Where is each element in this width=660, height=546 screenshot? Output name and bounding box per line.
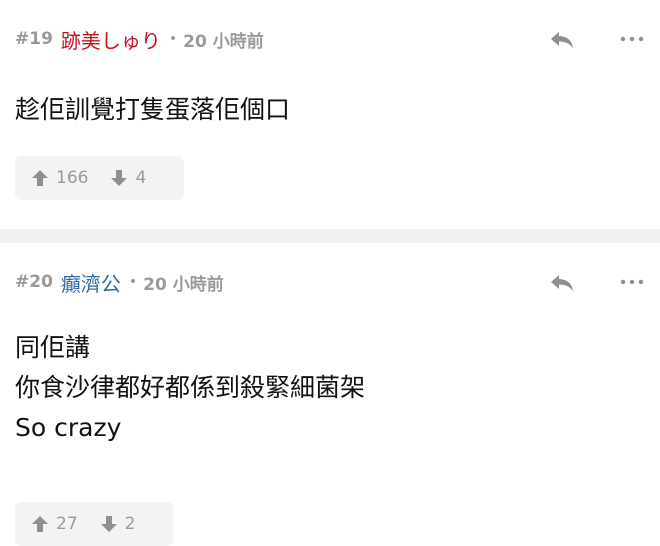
reply-icon[interactable] [547, 24, 577, 54]
downvote-count: 2 [124, 514, 136, 534]
comment-actions [547, 24, 645, 54]
meta-separator: • [128, 274, 138, 290]
vote-bar: 27 2 [15, 502, 173, 546]
downvote-button[interactable]: 4 [110, 168, 146, 188]
more-icon[interactable] [619, 24, 645, 54]
arrow-up-icon [32, 170, 48, 186]
comment-line: 你食沙律都好都係到殺緊細菌架 [15, 373, 366, 402]
downvote-button[interactable]: 2 [100, 514, 136, 534]
comment-item: #19 跡美しゅり • 20 小時前 趁佢訓覺打隻蛋落佢個口 166 4 [0, 0, 660, 229]
comment-line: So crazy [15, 413, 122, 442]
reply-icon[interactable] [547, 267, 577, 297]
comment-body: 趁佢訓覺打隻蛋落佢個口 [15, 90, 645, 130]
arrow-down-icon [100, 516, 117, 532]
comment-line: 趁佢訓覺打隻蛋落佢個口 [15, 95, 291, 124]
arrow-down-icon [111, 170, 128, 186]
comment-header: #20 癲濟公 • 20 小時前 [15, 267, 645, 297]
upvote-count: 166 [56, 168, 89, 188]
comment-separator [0, 229, 660, 243]
comment-number: #20 [15, 272, 53, 292]
upvote-count: 27 [56, 514, 78, 534]
comment-time: 20 小時前 [183, 31, 264, 52]
comment-item: #20 癲濟公 • 20 小時前 同佢講 你食沙律都好都係到殺緊細菌架 So c… [0, 243, 660, 546]
comment-number: #19 [15, 29, 53, 49]
comment-author[interactable]: 跡美しゅり [61, 25, 161, 54]
arrow-up-icon [32, 516, 48, 532]
comment-time: 20 小時前 [143, 274, 224, 295]
comment-header: #19 跡美しゅり • 20 小時前 [15, 24, 645, 54]
comment-author[interactable]: 癲濟公 [61, 268, 121, 297]
comment-body: 同佢講 你食沙律都好都係到殺緊細菌架 So crazy [15, 328, 645, 448]
meta-separator: • [168, 31, 178, 47]
upvote-button[interactable]: 27 [31, 514, 78, 534]
upvote-button[interactable]: 166 [31, 168, 88, 188]
comment-line: 同佢講 [15, 333, 91, 362]
downvote-count: 4 [135, 168, 147, 188]
more-icon[interactable] [619, 267, 645, 297]
comment-actions [547, 267, 645, 297]
vote-bar: 166 4 [15, 156, 184, 200]
